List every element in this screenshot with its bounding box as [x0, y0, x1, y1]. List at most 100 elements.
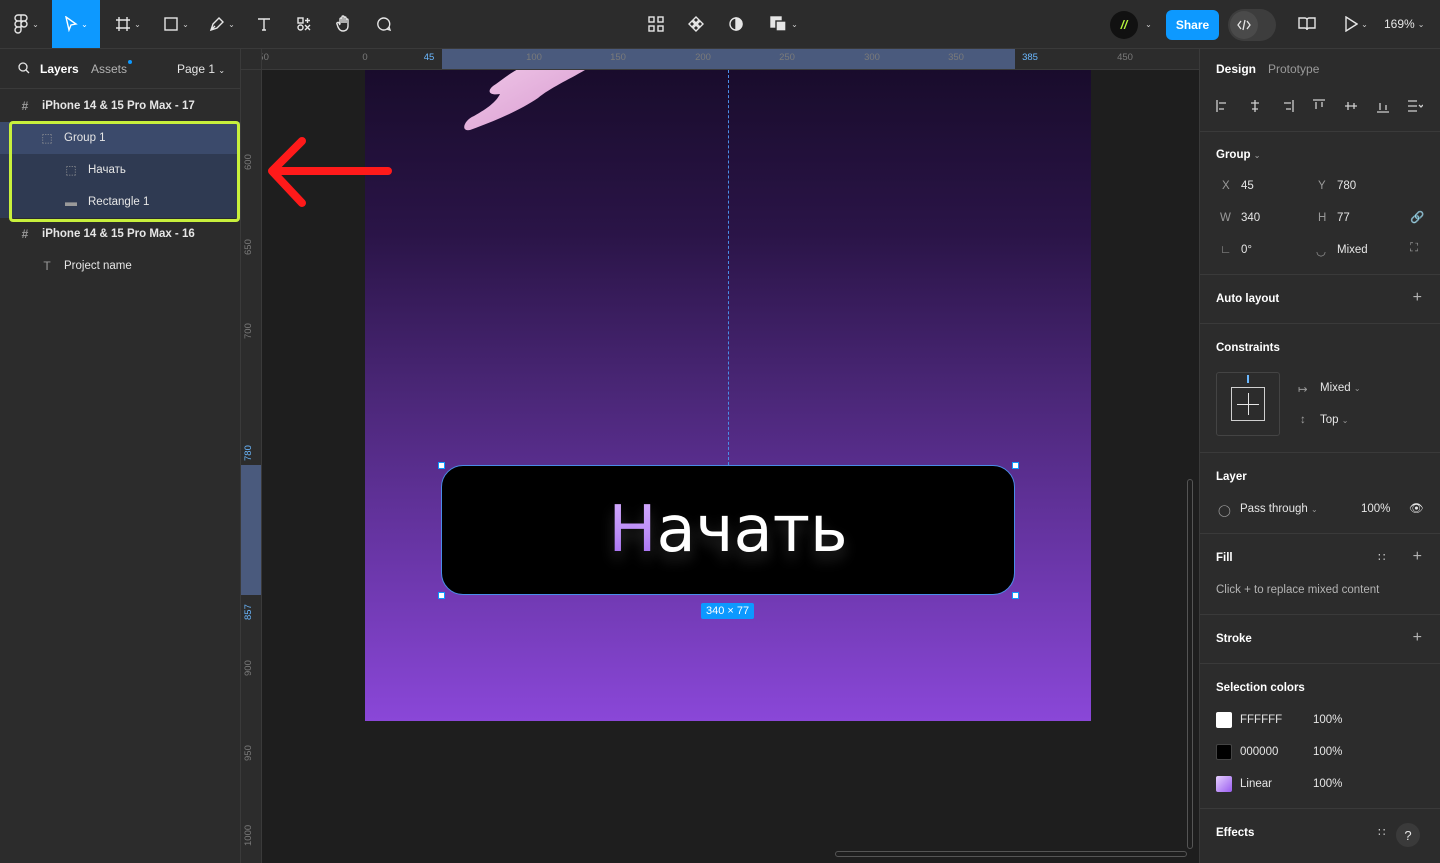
blend-mode-icon: ◯: [1218, 505, 1231, 517]
height-input[interactable]: 77: [1337, 212, 1350, 224]
help-button[interactable]: ?: [1396, 823, 1420, 847]
vertical-scrollbar[interactable]: [1187, 479, 1193, 849]
ruler-tick: 200: [695, 52, 711, 63]
layer-project-name[interactable]: T Project name: [0, 250, 240, 282]
text-icon: [258, 18, 270, 31]
text-tool-button[interactable]: [250, 0, 278, 48]
stroke-title: Stroke: [1216, 633, 1252, 645]
vertical-constraint-select[interactable]: Top ⌄: [1320, 414, 1348, 426]
cursor-icon: [65, 16, 78, 32]
main-menu-button[interactable]: ⌄: [8, 0, 44, 48]
tab-prototype[interactable]: Prototype: [1268, 62, 1319, 76]
x-input[interactable]: 45: [1241, 180, 1254, 192]
boolean-button[interactable]: ⌄: [764, 0, 804, 48]
ruler-tick: 857: [243, 604, 254, 620]
design-panel: Design Prototype Group ⌄ X 45 Y 780 W 34…: [1199, 49, 1440, 863]
resize-handle-tl[interactable]: [438, 462, 445, 469]
layer-rectangle-1[interactable]: ▬ Rectangle 1: [0, 186, 240, 218]
component-button[interactable]: [682, 0, 710, 48]
color-opacity[interactable]: 100%: [1313, 714, 1342, 726]
blend-mode-select[interactable]: Pass through ⌄: [1240, 503, 1318, 515]
constrain-proportions-icon[interactable]: 🔗: [1410, 210, 1424, 224]
color-swatch[interactable]: [1216, 712, 1232, 728]
ruler-tick: 900: [243, 660, 254, 676]
align-center-h-icon[interactable]: [1246, 97, 1264, 115]
align-top-icon[interactable]: [1310, 97, 1328, 115]
ruler-tick: 1000: [243, 824, 254, 846]
ruler-tick: 0: [362, 52, 368, 63]
eye-icon[interactable]: 👁: [1409, 501, 1424, 515]
color-opacity[interactable]: 100%: [1313, 778, 1342, 790]
y-input[interactable]: 780: [1337, 180, 1356, 192]
ruler-tick: 700: [243, 323, 254, 339]
constraints-title: Constraints: [1216, 342, 1280, 354]
figma-logo-icon: [14, 14, 28, 34]
start-button-group[interactable]: Начать: [441, 465, 1015, 595]
ruler-selection-range: [241, 465, 261, 595]
share-button[interactable]: Share: [1166, 10, 1219, 40]
align-bottom-icon[interactable]: [1374, 97, 1392, 115]
width-input[interactable]: 340: [1241, 212, 1260, 224]
group-title[interactable]: Group ⌄: [1216, 149, 1260, 161]
corner-radius-icon: ◡: [1316, 246, 1327, 258]
horizontal-scrollbar[interactable]: [835, 851, 1187, 857]
distribute-icon[interactable]: [1406, 97, 1424, 115]
layer-opacity-input[interactable]: 100%: [1361, 503, 1390, 515]
tab-assets[interactable]: Assets: [91, 62, 127, 76]
mask-button[interactable]: [722, 0, 750, 48]
move-tool-button[interactable]: ⌄: [52, 0, 100, 48]
color-hex[interactable]: FFFFFF: [1240, 714, 1282, 726]
add-fill-icon[interactable]: +: [1413, 548, 1422, 566]
independent-corners-icon[interactable]: ⛶: [1410, 242, 1418, 255]
component-grid-button[interactable]: [642, 0, 670, 48]
styles-icon[interactable]: ∷: [1378, 550, 1385, 564]
page-selector[interactable]: Page 1 ⌄: [177, 62, 225, 76]
color-swatch[interactable]: [1216, 744, 1232, 760]
constraint-top-indicator: [1247, 375, 1249, 383]
layer-frame-17[interactable]: # iPhone 14 & 15 Pro Max - 17: [0, 90, 240, 122]
ruler-tick: 150: [610, 52, 626, 63]
distance-guide: [728, 70, 729, 465]
frame-icon: #: [21, 99, 29, 113]
tab-design[interactable]: Design: [1216, 62, 1256, 76]
shape-tool-button[interactable]: ⌄: [156, 0, 196, 48]
hand-tool-button[interactable]: [330, 0, 358, 48]
layers-panel: Layers Assets Page 1 ⌄ # iPhone 14 & 15 …: [0, 49, 241, 863]
book-icon: [1298, 17, 1316, 31]
constraint-widget[interactable]: [1216, 372, 1280, 436]
comment-tool-button[interactable]: [370, 0, 398, 48]
rotation-input[interactable]: 0°: [1241, 244, 1252, 256]
ruler-tick: 100: [526, 52, 542, 63]
chevron-down-icon[interactable]: ⌄: [1140, 0, 1154, 48]
color-hex[interactable]: 000000: [1240, 746, 1278, 758]
resources-tool-button[interactable]: [290, 0, 318, 48]
align-center-v-icon[interactable]: [1342, 97, 1360, 115]
auto-layout-title: Auto layout: [1216, 293, 1280, 305]
frame-tool-button[interactable]: ⌄: [108, 0, 148, 48]
tab-layers[interactable]: Layers: [40, 62, 79, 76]
resize-handle-bl[interactable]: [438, 592, 445, 599]
layer-group-1[interactable]: ⬚ Group 1: [0, 122, 240, 154]
present-button[interactable]: ⌄: [1336, 0, 1376, 48]
pen-tool-button[interactable]: ⌄: [202, 0, 242, 48]
align-right-icon[interactable]: [1278, 97, 1296, 115]
color-name[interactable]: Linear: [1240, 778, 1272, 790]
zoom-control[interactable]: 169% ⌄: [1384, 0, 1424, 48]
radius-input[interactable]: Mixed: [1337, 244, 1368, 256]
styles-icon[interactable]: ∷: [1378, 825, 1385, 839]
horizontal-constraint-select[interactable]: Mixed ⌄: [1320, 382, 1361, 394]
search-icon[interactable]: [18, 62, 30, 77]
add-stroke-icon[interactable]: +: [1413, 629, 1422, 647]
color-opacity[interactable]: 100%: [1313, 746, 1342, 758]
layer-nachat[interactable]: ⬚ Начать: [0, 154, 240, 186]
library-button[interactable]: [1292, 0, 1322, 48]
resize-handle-br[interactable]: [1012, 592, 1019, 599]
dev-mode-toggle[interactable]: [1228, 9, 1276, 41]
align-left-icon[interactable]: [1214, 97, 1232, 115]
rectangle-icon: [164, 17, 178, 31]
avatar[interactable]: //: [1110, 11, 1138, 39]
gradient-swatch[interactable]: [1216, 776, 1232, 792]
add-auto-layout-icon[interactable]: +: [1413, 289, 1422, 307]
resize-handle-tr[interactable]: [1012, 462, 1019, 469]
layer-frame-16[interactable]: # iPhone 14 & 15 Pro Max - 16: [0, 218, 240, 250]
